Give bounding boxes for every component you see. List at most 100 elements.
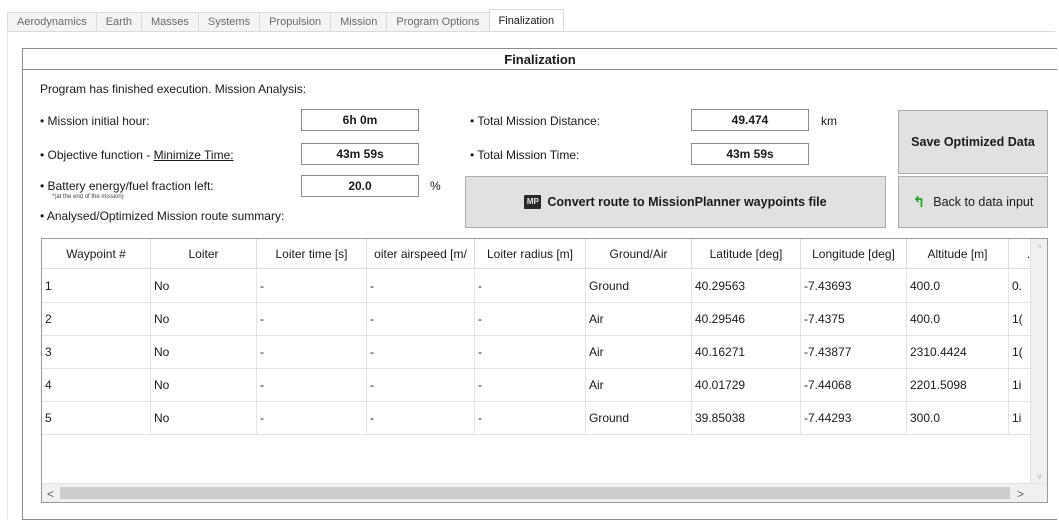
cell-altitude[interactable]: 400.0 bbox=[907, 303, 1009, 336]
column-header-altitude[interactable]: Altitude [m] bbox=[907, 239, 1009, 269]
total-time-label: • Total Mission Time: bbox=[470, 148, 580, 162]
cell-ground-air[interactable]: Air bbox=[586, 303, 692, 336]
table-header: Waypoint # Loiter Loiter time [s] oiter … bbox=[42, 239, 1047, 269]
cell-loiter[interactable]: No bbox=[151, 270, 257, 303]
objective-link[interactable]: Minimize Time: bbox=[154, 148, 234, 162]
tab-program-options[interactable]: Program Options bbox=[386, 12, 489, 32]
tab-earth[interactable]: Earth bbox=[95, 12, 141, 32]
cell-loiter-time[interactable]: - bbox=[257, 303, 367, 336]
cell-ground-air[interactable]: Ground bbox=[586, 402, 692, 435]
horizontal-scrollbar[interactable]: < > bbox=[42, 483, 1047, 502]
tab-panel-left-edge bbox=[7, 31, 8, 519]
battery-label: • Battery energy/fuel fraction left: bbox=[40, 179, 214, 193]
cell-loiter-time[interactable]: - bbox=[257, 270, 367, 303]
cell-loiter-radius[interactable]: - bbox=[475, 402, 586, 435]
scroll-up-icon[interactable]: ^ bbox=[1031, 239, 1047, 256]
cell-longitude[interactable]: -7.43693 bbox=[801, 270, 907, 303]
cell-loiter-time[interactable]: - bbox=[257, 369, 367, 402]
cell-ground-air[interactable]: Air bbox=[586, 336, 692, 369]
cell-ground-air[interactable]: Air bbox=[586, 369, 692, 402]
cell-waypoint[interactable]: 5 bbox=[42, 402, 151, 435]
table-row[interactable]: 4 No - - - Air 40.01729 -7.44068 2201.50… bbox=[42, 369, 1047, 402]
cell-latitude[interactable]: 39.85038 bbox=[692, 402, 801, 435]
missionplanner-icon: MP bbox=[524, 195, 542, 209]
column-header-waypoint[interactable]: Waypoint # bbox=[42, 239, 151, 269]
cell-loiter[interactable]: No bbox=[151, 303, 257, 336]
cell-latitude[interactable]: 40.29546 bbox=[692, 303, 801, 336]
back-to-data-input-button[interactable]: ↰ Back to data input bbox=[898, 176, 1048, 228]
total-distance-label: • Total Mission Distance: bbox=[470, 114, 601, 128]
scroll-down-icon[interactable]: v bbox=[1031, 467, 1047, 484]
cell-loiter-radius[interactable]: - bbox=[475, 303, 586, 336]
cell-longitude[interactable]: -7.44068 bbox=[801, 369, 907, 402]
battery-unit: % bbox=[430, 179, 441, 193]
tab-propulsion[interactable]: Propulsion bbox=[259, 12, 331, 32]
cell-loiter[interactable]: No bbox=[151, 402, 257, 435]
cell-loiter-radius[interactable]: - bbox=[475, 369, 586, 402]
cell-loiter-airspeed[interactable]: - bbox=[367, 402, 475, 435]
table-row[interactable]: 2 No - - - Air 40.29546 -7.4375 400.0 1( bbox=[42, 303, 1047, 336]
tab-finalization[interactable]: Finalization bbox=[488, 9, 565, 32]
cell-altitude[interactable]: 2201.5098 bbox=[907, 369, 1009, 402]
cell-longitude[interactable]: -7.44293 bbox=[801, 402, 907, 435]
tab-aerodynamics[interactable]: Aerodynamics bbox=[7, 12, 96, 32]
cell-loiter[interactable]: No bbox=[151, 369, 257, 402]
cell-altitude[interactable]: 2310.4424 bbox=[907, 336, 1009, 369]
tab-mission[interactable]: Mission bbox=[330, 12, 387, 32]
cell-latitude[interactable]: 40.01729 bbox=[692, 369, 801, 402]
column-header-loiter-radius[interactable]: Loiter radius [m] bbox=[475, 239, 586, 269]
column-header-latitude[interactable]: Latitude [deg] bbox=[692, 239, 801, 269]
tab-strip: Aerodynamics Earth Masses Systems Propul… bbox=[7, 9, 565, 32]
objective-value: 43m 59s bbox=[301, 143, 419, 165]
cell-altitude[interactable]: 300.0 bbox=[907, 402, 1009, 435]
tab-masses[interactable]: Masses bbox=[141, 12, 198, 32]
back-label: Back to data input bbox=[933, 195, 1034, 209]
cell-loiter-time[interactable]: - bbox=[257, 336, 367, 369]
route-summary-label: • Analysed/Optimized Mission route summa… bbox=[40, 209, 285, 223]
convert-route-button[interactable]: MP Convert route to MissionPlanner waypo… bbox=[465, 176, 886, 228]
cell-loiter[interactable]: No bbox=[151, 336, 257, 369]
cell-latitude[interactable]: 40.29563 bbox=[692, 270, 801, 303]
table-row[interactable]: 3 No - - - Air 40.16271 -7.43877 2310.44… bbox=[42, 336, 1047, 369]
cell-loiter-radius[interactable]: - bbox=[475, 336, 586, 369]
cell-loiter-airspeed[interactable]: - bbox=[367, 369, 475, 402]
column-header-loiter[interactable]: Loiter bbox=[151, 239, 257, 269]
cell-loiter-time[interactable]: - bbox=[257, 402, 367, 435]
cell-altitude[interactable]: 400.0 bbox=[907, 270, 1009, 303]
column-header-ground-air[interactable]: Ground/Air bbox=[586, 239, 692, 269]
table-row[interactable]: 5 No - - - Ground 39.85038 -7.44293 300.… bbox=[42, 402, 1047, 435]
cell-longitude[interactable]: -7.43877 bbox=[801, 336, 907, 369]
cell-loiter-airspeed[interactable]: - bbox=[367, 270, 475, 303]
cell-loiter-airspeed[interactable]: - bbox=[367, 336, 475, 369]
column-header-loiter-time[interactable]: Loiter time [s] bbox=[257, 239, 367, 269]
column-header-longitude[interactable]: Longitude [deg] bbox=[801, 239, 907, 269]
total-distance-unit: km bbox=[821, 114, 837, 128]
convert-route-label: Convert route to MissionPlanner waypoint… bbox=[547, 195, 827, 209]
total-distance-value: 49.474 bbox=[691, 109, 809, 131]
scroll-right-icon[interactable]: > bbox=[1012, 484, 1029, 502]
cell-waypoint[interactable]: 4 bbox=[42, 369, 151, 402]
column-header-loiter-airspeed[interactable]: oiter airspeed [m/ bbox=[367, 239, 475, 269]
cell-ground-air[interactable]: Ground bbox=[586, 270, 692, 303]
table-row[interactable]: 1 No - - - Ground 40.29563 -7.43693 400.… bbox=[42, 270, 1047, 303]
tab-panel-border bbox=[7, 31, 1055, 32]
initial-hour-label: • Mission initial hour: bbox=[40, 114, 150, 128]
cell-loiter-radius[interactable]: - bbox=[475, 270, 586, 303]
group-title: Finalization bbox=[23, 49, 1057, 70]
cell-loiter-airspeed[interactable]: - bbox=[367, 303, 475, 336]
scroll-left-icon[interactable]: < bbox=[42, 484, 59, 502]
battery-value: 20.0 bbox=[301, 175, 419, 197]
cell-longitude[interactable]: -7.4375 bbox=[801, 303, 907, 336]
tab-systems[interactable]: Systems bbox=[197, 12, 260, 32]
objective-label: • Objective function - Minimize Time: bbox=[40, 148, 234, 162]
objective-label-prefix: • Objective function - bbox=[40, 148, 154, 162]
cell-waypoint[interactable]: 2 bbox=[42, 303, 151, 336]
cell-latitude[interactable]: 40.16271 bbox=[692, 336, 801, 369]
cell-waypoint[interactable]: 1 bbox=[42, 270, 151, 303]
save-optimized-data-button[interactable]: Save Optimized Data bbox=[898, 110, 1048, 174]
horizontal-scroll-thumb[interactable] bbox=[60, 487, 1010, 499]
cell-waypoint[interactable]: 3 bbox=[42, 336, 151, 369]
route-summary-table[interactable]: Waypoint # Loiter Loiter time [s] oiter … bbox=[41, 238, 1048, 503]
total-time-value: 43m 59s bbox=[691, 143, 809, 165]
vertical-scrollbar[interactable]: ^ v bbox=[1030, 239, 1047, 484]
